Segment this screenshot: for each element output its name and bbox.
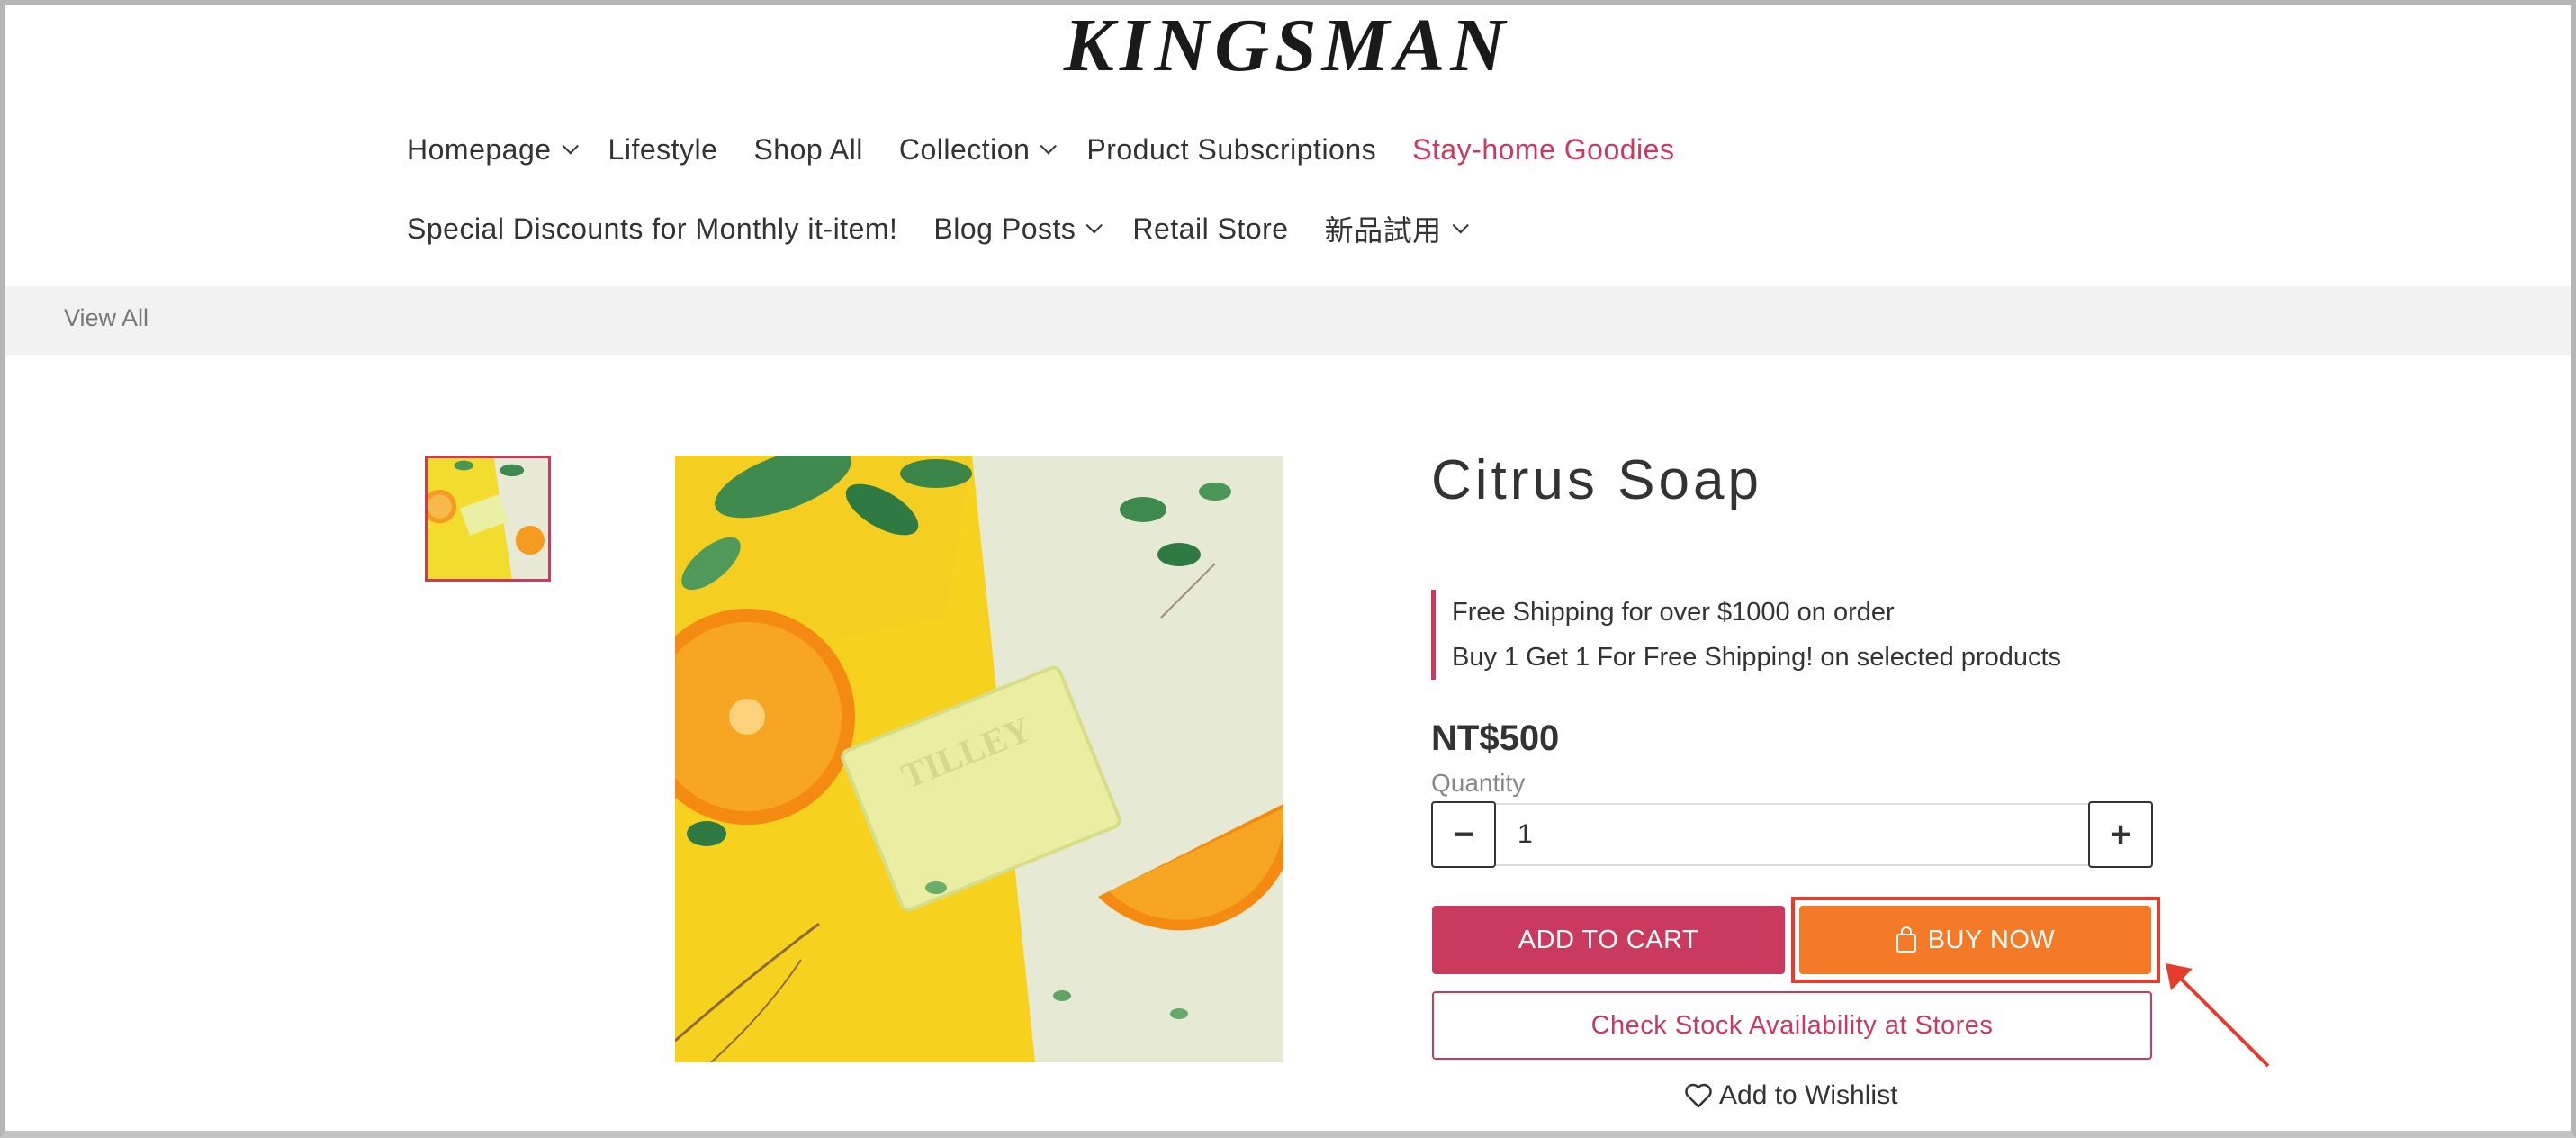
- promotion-list: Free Shipping for over $1000 on order Bu…: [1431, 590, 2061, 680]
- main-nav-row-1: Homepage Lifestyle Shop All Collection P…: [407, 133, 1710, 167]
- add-to-cart-label: ADD TO CART: [1518, 925, 1699, 954]
- nav-item-label: Shop All: [753, 133, 863, 166]
- nav-item-blog-posts[interactable]: Blog Posts: [933, 212, 1103, 246]
- nav-item-lifestyle[interactable]: Lifestyle: [608, 133, 718, 167]
- add-to-cart-button[interactable]: ADD TO CART: [1432, 906, 1785, 974]
- chevron-down-icon: [1452, 216, 1469, 233]
- chevron-down-icon: [1085, 216, 1103, 233]
- nav-item-label: Special Discounts for Monthly it-item!: [407, 212, 898, 245]
- promotion-item: Free Shipping for over $1000 on order: [1452, 598, 1895, 627]
- quantity-stepper: − +: [1431, 801, 2153, 868]
- product-thumbnail[interactable]: [425, 456, 551, 582]
- nav-item-label: Collection: [898, 133, 1031, 166]
- nav-item-retail-store[interactable]: Retail Store: [1132, 212, 1288, 246]
- nav-item-label: Stay-home Goodies: [1412, 133, 1675, 166]
- breadcrumb-view-all-link[interactable]: View All: [64, 304, 149, 332]
- product-title: Citrus Soap: [1431, 449, 1762, 511]
- citrus-soap-photo: TILLEY: [675, 456, 1283, 1062]
- heart-icon: [1685, 1083, 1712, 1108]
- nav-item-label: Product Subscriptions: [1086, 133, 1377, 166]
- product-main-image[interactable]: TILLEY: [675, 456, 1283, 1062]
- nav-item-homepage[interactable]: Homepage: [407, 133, 579, 167]
- nav-item-product-subscriptions[interactable]: Product Subscriptions: [1086, 133, 1376, 167]
- quantity-label: Quantity: [1431, 769, 1526, 797]
- chevron-down-icon: [1040, 138, 1058, 155]
- nav-item-label: Retail Store: [1132, 212, 1289, 245]
- nav-item-shop-all[interactable]: Shop All: [753, 133, 862, 167]
- promotion-item: Buy 1 Get 1 For Free Shipping! on select…: [1452, 643, 2062, 672]
- main-nav-row-2: Special Discounts for Monthly it-item! B…: [407, 208, 1499, 249]
- minus-icon: −: [1453, 814, 1474, 854]
- plus-icon: +: [2110, 814, 2131, 854]
- nav-item-special-discounts[interactable]: Special Discounts for Monthly it-item!: [407, 212, 897, 246]
- nav-item-label: 新品試用: [1324, 214, 1442, 247]
- quantity-decrease-button[interactable]: −: [1431, 801, 1496, 868]
- breadcrumb: View All: [5, 286, 2571, 355]
- product-price: NT$500: [1431, 718, 1560, 758]
- add-to-wishlist-link[interactable]: Add to Wishlist: [1685, 1080, 1897, 1111]
- buy-now-highlight-box: [1791, 897, 2160, 983]
- quantity-increase-button[interactable]: +: [2088, 801, 2153, 868]
- nav-item-new-product-trial[interactable]: 新品試用: [1324, 208, 1469, 249]
- citrus-soap-thumbnail-image: [428, 458, 548, 579]
- nav-item-label: Homepage: [407, 133, 552, 166]
- nav-item-collection[interactable]: Collection: [898, 133, 1058, 167]
- chevron-down-icon: [562, 138, 579, 155]
- nav-item-label: Blog Posts: [933, 212, 1076, 245]
- check-stock-button[interactable]: Check Stock Availability at Stores: [1432, 991, 2152, 1060]
- check-stock-label: Check Stock Availability at Stores: [1590, 1010, 1994, 1040]
- annotation-arrow-icon: [2166, 963, 2270, 1068]
- nav-item-stay-home-goodies[interactable]: Stay-home Goodies: [1412, 133, 1674, 167]
- quantity-input[interactable]: [1496, 803, 2088, 866]
- brand-logo[interactable]: KINGSMAN: [1035, 5, 1539, 86]
- nav-item-label: Lifestyle: [608, 133, 718, 166]
- wishlist-label: Add to Wishlist: [1719, 1080, 1898, 1110]
